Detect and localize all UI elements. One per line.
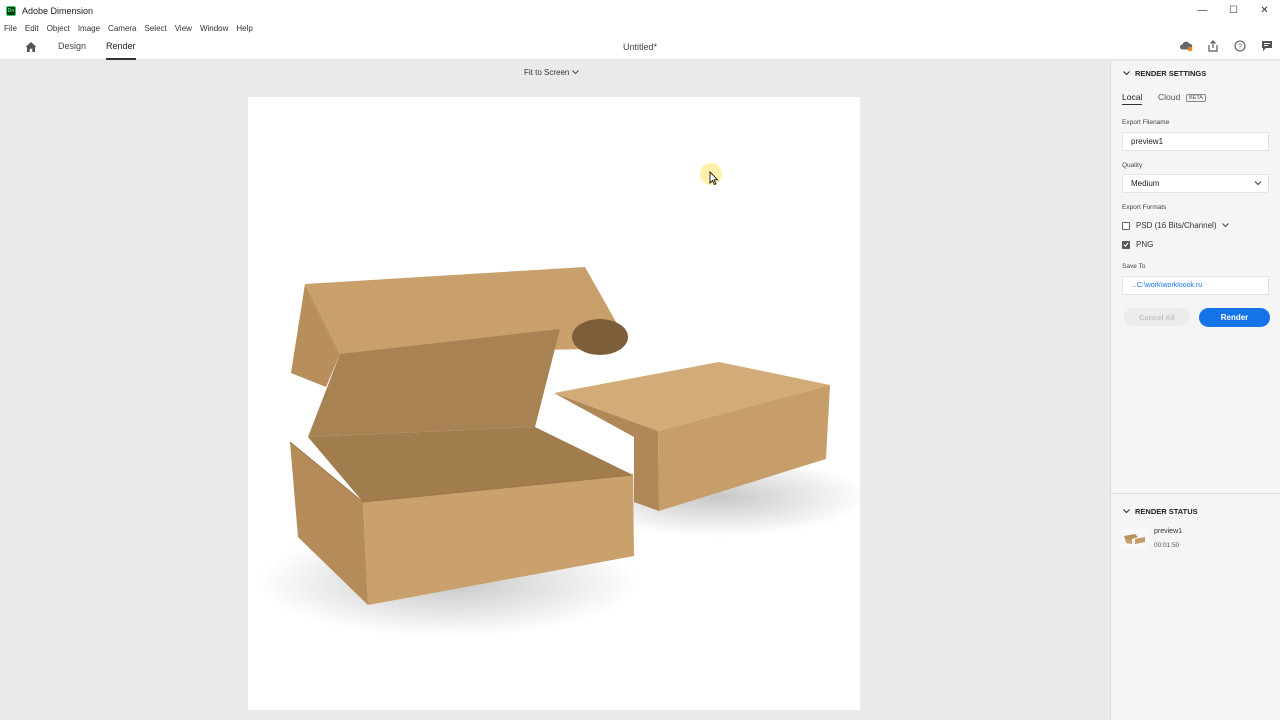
tab-local[interactable]: Local [1122, 92, 1143, 105]
maximize-button[interactable]: ☐ [1218, 0, 1249, 21]
title-bar: Dn Adobe Dimension — ☐ ✕ [0, 0, 1280, 21]
chevron-down-icon [1254, 181, 1262, 186]
panel-divider [1111, 493, 1280, 494]
feedback-icon[interactable] [1260, 39, 1274, 53]
menu-image[interactable]: Image [78, 24, 100, 33]
svg-text:?: ? [1238, 44, 1242, 51]
quality-select[interactable]: Medium [1122, 174, 1269, 193]
cloud-sync-icon[interactable] [1179, 39, 1193, 53]
tab-design[interactable]: Design [58, 41, 86, 60]
share-icon[interactable] [1206, 39, 1220, 53]
zoom-label: Fit to Screen [524, 68, 570, 77]
window-controls: — ☐ ✕ [1187, 0, 1280, 21]
chevron-down-icon [572, 70, 580, 75]
png-label: PNG [1136, 240, 1154, 249]
chevron-down-icon[interactable] [1222, 223, 1230, 228]
menu-file[interactable]: File [4, 24, 17, 33]
tab-render[interactable]: Render [106, 41, 136, 60]
menu-camera[interactable]: Camera [108, 24, 136, 33]
zoom-dropdown[interactable]: Fit to Screen [524, 68, 580, 77]
menu-select[interactable]: Select [145, 24, 167, 33]
export-filename-input[interactable]: preview1 [1122, 132, 1269, 151]
save-to-path-link[interactable]: ...C:\work\workloook.ru [1131, 282, 1202, 289]
close-button[interactable]: ✕ [1249, 0, 1280, 21]
document-title: Untitled* [622, 42, 658, 52]
render-canvas[interactable] [248, 97, 860, 710]
menu-view[interactable]: View [175, 24, 192, 33]
app-title: Adobe Dimension [22, 5, 94, 16]
render-settings-header[interactable]: RENDER SETTINGS [1123, 69, 1206, 78]
chevron-down-icon [1123, 71, 1130, 76]
checkmark-icon [1123, 242, 1129, 247]
format-png-row[interactable]: PNG [1122, 240, 1153, 249]
home-icon[interactable] [24, 40, 38, 54]
top-nav: Design Render Untitled* ? [0, 35, 1280, 60]
canvas-area: Fit to Screen [0, 61, 1110, 720]
psd-checkbox[interactable] [1122, 221, 1130, 230]
tab-cloud[interactable]: Cloud [1158, 92, 1180, 102]
render-preview-image [258, 267, 860, 637]
render-status-header[interactable]: RENDER STATUS [1123, 507, 1198, 516]
help-icon[interactable]: ? [1233, 39, 1247, 53]
render-item-name: preview1 [1154, 528, 1183, 535]
export-formats-label: Export Formats [1122, 204, 1167, 211]
png-checkbox[interactable] [1122, 240, 1130, 249]
render-settings-title: RENDER SETTINGS [1135, 69, 1207, 78]
render-item-time: 00:01:50 [1154, 542, 1180, 549]
top-right-icons: ? [1179, 39, 1274, 53]
quality-value: Medium [1131, 179, 1160, 188]
cancel-all-button[interactable]: Cancel All [1124, 308, 1190, 326]
render-settings-panel: RENDER SETTINGS Local Cloud BETA Export … [1110, 61, 1280, 720]
minimize-button[interactable]: — [1187, 0, 1218, 21]
save-to-label: Save To [1122, 263, 1146, 270]
menu-edit[interactable]: Edit [25, 24, 39, 33]
menu-bar: File Edit Object Image Camera Select Vie… [0, 21, 1280, 35]
render-thumbnail[interactable] [1122, 528, 1148, 548]
beta-badge: BETA [1186, 94, 1206, 102]
menu-object[interactable]: Object [47, 24, 70, 33]
psd-label: PSD (16 Bits/Channel) [1136, 221, 1217, 230]
mouse-cursor-icon [709, 171, 719, 185]
menu-window[interactable]: Window [200, 24, 228, 33]
quality-label: Quality [1122, 162, 1143, 169]
menu-help[interactable]: Help [236, 24, 252, 33]
render-button[interactable]: Render [1199, 308, 1270, 327]
format-psd-row[interactable]: PSD (16 Bits/Channel) [1122, 221, 1230, 230]
render-status-title: RENDER STATUS [1135, 507, 1198, 516]
chevron-down-icon [1123, 509, 1130, 514]
export-filename-value: preview1 [1131, 137, 1164, 146]
export-filename-label: Export Filename [1122, 119, 1170, 126]
save-to-input[interactable]: ...C:\work\workloook.ru [1122, 276, 1269, 295]
app-logo-icon: Dn [6, 5, 16, 16]
